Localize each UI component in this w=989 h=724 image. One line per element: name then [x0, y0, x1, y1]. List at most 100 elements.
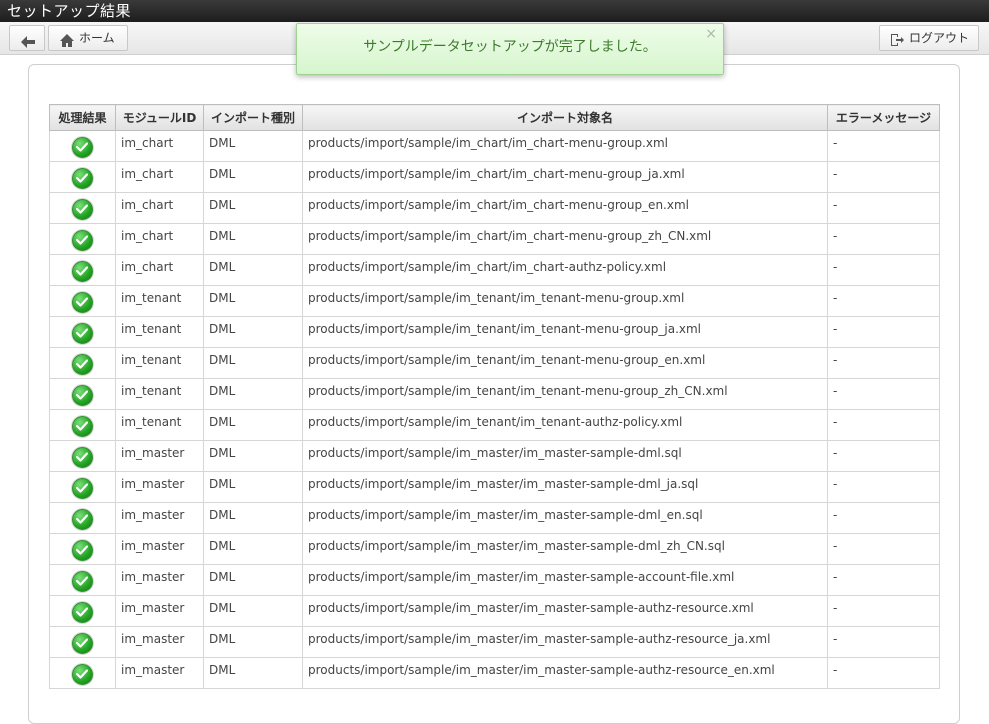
error-message-cell: -	[827, 316, 940, 348]
import-target-cell: products/import/sample/im_chart/im_chart…	[302, 130, 828, 162]
table-row: im_tenant DML products/import/sample/im_te…	[49, 409, 940, 441]
import-type-cell: DML	[203, 440, 303, 472]
table-header-row: 処理結果 モジュールID インポート種別 インポート対象名 エラーメッセージ	[49, 104, 940, 131]
import-target-cell: products/import/sample/im_tenant/im_tena…	[302, 285, 828, 317]
status-cell	[49, 316, 116, 348]
column-header-status: 処理結果	[49, 104, 116, 131]
table-row: im_tenant DML products/import/sample/im_te…	[49, 285, 940, 317]
check-circle-icon	[72, 323, 93, 344]
import-target-cell: products/import/sample/im_master/im_mast…	[302, 564, 828, 596]
import-type-cell: DML	[203, 347, 303, 379]
home-button[interactable]: ホーム	[48, 25, 128, 51]
module-id-cell: im_master	[115, 595, 204, 627]
module-id-cell: im_master	[115, 657, 204, 689]
check-circle-icon	[72, 509, 93, 530]
back-button[interactable]	[9, 25, 45, 51]
table-row: im_chart DML products/import/sample/im_cha…	[49, 130, 940, 162]
notification-message: サンプルデータセットアップが完了しました。	[363, 39, 657, 55]
status-cell	[49, 409, 116, 441]
import-type-cell: DML	[203, 502, 303, 534]
import-target-cell: products/import/sample/im_tenant/im_tena…	[302, 347, 828, 379]
check-circle-icon	[72, 261, 93, 282]
import-type-cell: DML	[203, 657, 303, 689]
error-message-cell: -	[827, 564, 940, 596]
import-type-cell: DML	[203, 471, 303, 503]
error-message-cell: -	[827, 285, 940, 317]
table-row: im_tenant DML products/import/sample/im_te…	[49, 378, 940, 410]
check-circle-icon	[72, 633, 93, 654]
home-label: ホーム	[79, 31, 115, 45]
import-type-cell: DML	[203, 409, 303, 441]
error-message-cell: -	[827, 533, 940, 565]
status-cell	[49, 533, 116, 565]
module-id-cell: im_master	[115, 626, 204, 658]
module-id-cell: im_tenant	[115, 378, 204, 410]
check-circle-icon	[72, 602, 93, 623]
logout-label: ログアウト	[909, 31, 970, 45]
status-cell	[49, 130, 116, 162]
status-cell	[49, 223, 116, 255]
status-cell	[49, 564, 116, 596]
table-row: im_tenant DML products/import/sample/im_te…	[49, 316, 940, 348]
status-cell	[49, 347, 116, 379]
error-message-cell: -	[827, 409, 940, 441]
error-message-cell: -	[827, 254, 940, 286]
import-target-cell: products/import/sample/im_tenant/im_tena…	[302, 316, 828, 348]
arrow-left-icon	[21, 32, 35, 56]
column-header-import-target: インポート対象名	[302, 104, 828, 131]
success-notification: サンプルデータセットアップが完了しました。 ×	[296, 23, 724, 75]
module-id-cell: im_chart	[115, 192, 204, 224]
check-circle-icon	[72, 137, 93, 158]
import-type-cell: DML	[203, 285, 303, 317]
import-type-cell: DML	[203, 161, 303, 193]
table-row: im_chart DML products/import/sample/im_cha…	[49, 161, 940, 193]
check-circle-icon	[72, 385, 93, 406]
module-id-cell: im_tenant	[115, 316, 204, 348]
table-row: im_master DML products/import/sample/im_ma…	[49, 502, 940, 534]
status-cell	[49, 285, 116, 317]
table-row: im_chart DML products/import/sample/im_cha…	[49, 223, 940, 255]
status-cell	[49, 657, 116, 689]
check-circle-icon	[72, 664, 93, 685]
table-row: im_master DML products/import/sample/im_ma…	[49, 564, 940, 596]
module-id-cell: im_tenant	[115, 347, 204, 379]
error-message-cell: -	[827, 626, 940, 658]
import-target-cell: products/import/sample/im_tenant/im_tena…	[302, 409, 828, 441]
error-message-cell: -	[827, 595, 940, 627]
status-cell	[49, 471, 116, 503]
close-icon[interactable]: ×	[705, 11, 717, 58]
module-id-cell: im_master	[115, 533, 204, 565]
import-target-cell: products/import/sample/im_master/im_mast…	[302, 533, 828, 565]
error-message-cell: -	[827, 502, 940, 534]
table-row: im_master DML products/import/sample/im_ma…	[49, 440, 940, 472]
status-cell	[49, 378, 116, 410]
error-message-cell: -	[827, 657, 940, 689]
table-row: im_master DML products/import/sample/im_ma…	[49, 626, 940, 658]
check-circle-icon	[72, 168, 93, 189]
import-target-cell: products/import/sample/im_chart/im_chart…	[302, 254, 828, 286]
check-circle-icon	[72, 416, 93, 437]
table-row: im_chart DML products/import/sample/im_cha…	[49, 254, 940, 286]
home-icon	[60, 31, 74, 55]
column-header-error-message: エラーメッセージ	[827, 104, 940, 131]
table-row: im_master DML products/import/sample/im_ma…	[49, 595, 940, 627]
import-type-cell: DML	[203, 130, 303, 162]
import-target-cell: products/import/sample/im_master/im_mast…	[302, 626, 828, 658]
module-id-cell: im_master	[115, 440, 204, 472]
status-cell	[49, 192, 116, 224]
module-id-cell: im_master	[115, 471, 204, 503]
error-message-cell: -	[827, 192, 940, 224]
status-cell	[49, 595, 116, 627]
import-type-cell: DML	[203, 254, 303, 286]
error-message-cell: -	[827, 347, 940, 379]
logout-button[interactable]: ログアウト	[879, 25, 979, 51]
table-row: im_tenant DML products/import/sample/im_te…	[49, 347, 940, 379]
import-target-cell: products/import/sample/im_master/im_mast…	[302, 657, 828, 689]
check-circle-icon	[72, 447, 93, 468]
status-cell	[49, 161, 116, 193]
check-circle-icon	[72, 199, 93, 220]
status-cell	[49, 502, 116, 534]
import-type-cell: DML	[203, 223, 303, 255]
error-message-cell: -	[827, 161, 940, 193]
module-id-cell: im_chart	[115, 223, 204, 255]
